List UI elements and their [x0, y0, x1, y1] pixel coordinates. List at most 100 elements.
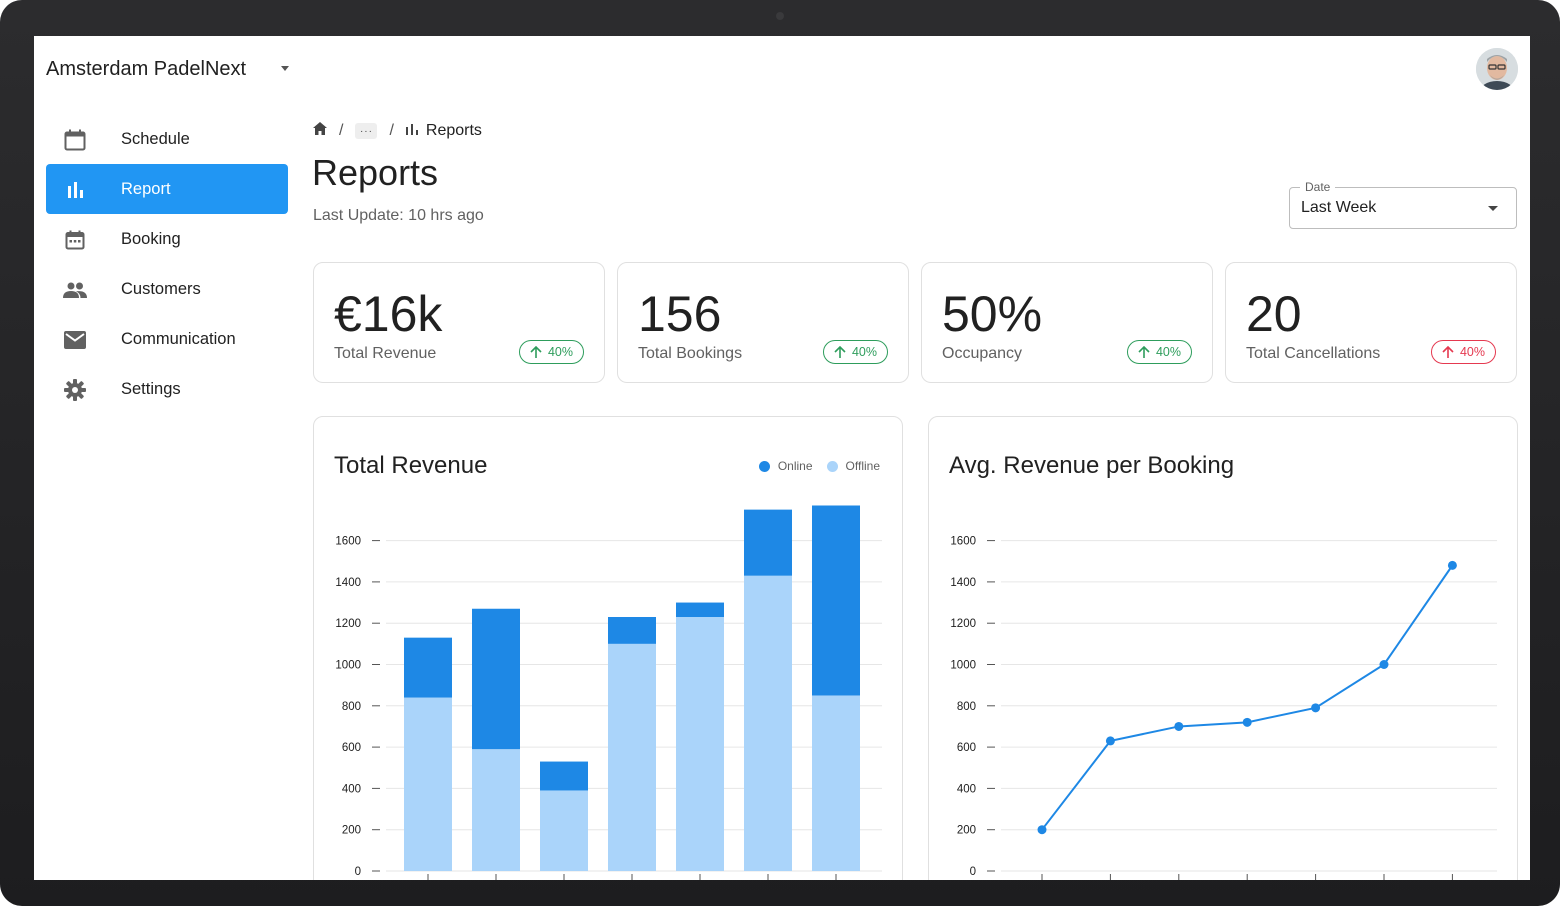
- sidebar-item-communication[interactable]: Communication: [46, 314, 288, 364]
- kpi-label: Occupancy: [942, 345, 1023, 362]
- kpi-value: €16k: [334, 286, 443, 342]
- series-line: [1041, 564, 1454, 831]
- y-tick-label: 1600: [950, 536, 976, 548]
- bar-chart-icon: [405, 122, 418, 140]
- sidebar-item-label: Report: [121, 179, 171, 198]
- y-tick-label: 200: [342, 825, 361, 837]
- kpi-change-badge: 40%: [823, 340, 888, 364]
- chevron-down-icon: [1488, 206, 1498, 211]
- club-name[interactable]: Amsterdam PadelNext: [46, 58, 246, 81]
- bar-offline: [608, 643, 656, 871]
- mail-icon: [63, 328, 87, 352]
- kpi-value: 20: [1246, 286, 1302, 342]
- kpi-change-badge: 40%: [1127, 340, 1192, 364]
- avg-revenue-line-chart: 0 200 400 600 800 1000 1200 1400 1600: [950, 536, 1497, 880]
- bar-online: [744, 509, 792, 576]
- y-tick-label: 400: [342, 783, 361, 795]
- kpi-label: Total Revenue: [334, 345, 437, 362]
- breadcrumb: / ··· / Reports: [313, 120, 482, 142]
- kpi-label: Total Bookings: [638, 345, 743, 362]
- arrow-up-icon: [1138, 345, 1150, 358]
- y-tick-label: 200: [957, 825, 976, 837]
- data-point: [1105, 736, 1115, 746]
- sidebar-item-settings[interactable]: Settings: [46, 364, 288, 414]
- breadcrumb-current: Reports: [425, 122, 482, 139]
- device-frame: Amsterdam PadelNext Schedule Report Book…: [0, 0, 1560, 906]
- y-tick-label: 1200: [950, 618, 976, 630]
- sidebar-item-customers[interactable]: Customers: [46, 264, 288, 314]
- total-revenue-chart-card: Total Revenue Online Offline 0 200 400 600 8…: [313, 416, 903, 880]
- y-tick-label: 800: [957, 701, 976, 713]
- y-tick-label: 1400: [335, 577, 361, 589]
- bar-chart-icon: [63, 178, 87, 202]
- home-icon[interactable]: [313, 122, 327, 140]
- bar-online: [608, 617, 656, 644]
- data-point: [1311, 703, 1321, 713]
- bar-online: [676, 602, 724, 618]
- data-point: [1242, 717, 1252, 727]
- people-icon: [63, 278, 87, 302]
- kpi-card-total-revenue: €16k Total Revenue 40%: [313, 262, 605, 383]
- sidebar-item-label: Settings: [121, 379, 181, 398]
- bar-online: [472, 608, 520, 750]
- bar-offline: [744, 575, 792, 871]
- kpi-card-total-cancellations: 20 Total Cancellations 40%: [1225, 262, 1517, 383]
- y-tick-label: 1400: [950, 577, 976, 589]
- y-tick-label: 800: [342, 701, 361, 713]
- kpi-card-occupancy: 50% Occupancy 40%: [921, 262, 1213, 383]
- camera-icon: [776, 12, 784, 20]
- event-icon: [63, 228, 87, 252]
- breadcrumb-separator: /: [339, 122, 344, 139]
- bar-offline: [540, 790, 588, 871]
- bar-offline: [812, 695, 860, 871]
- bar-offline: [404, 697, 452, 871]
- calendar-icon: [63, 128, 87, 152]
- last-update-text: Last Update: 10 hrs ago: [313, 207, 484, 224]
- bar-online: [404, 637, 452, 698]
- arrow-up-icon: [530, 345, 542, 358]
- sidebar-item-report[interactable]: Report: [46, 164, 288, 214]
- date-filter-select[interactable]: Date Last Week: [1289, 180, 1517, 229]
- avatar[interactable]: [1476, 48, 1518, 90]
- app-screen: Amsterdam PadelNext Schedule Report Book…: [34, 36, 1530, 880]
- breadcrumb-separator: /: [389, 122, 394, 139]
- sidebar-item-label: Booking: [121, 229, 181, 248]
- sidebar-item-label: Communication: [121, 329, 236, 348]
- sidebar-item-label: Customers: [121, 279, 201, 298]
- kpi-change-value: 40%: [1155, 345, 1182, 359]
- kpi-label: Total Cancellations: [1246, 345, 1381, 362]
- y-tick-label: 0: [355, 866, 361, 878]
- bar-online: [540, 761, 588, 791]
- data-point: [1447, 560, 1457, 570]
- revenue-bar-chart: 0 200 400 600 800 1000 1200 1400 1600: [335, 505, 882, 880]
- kpi-value: 50%: [942, 286, 1043, 342]
- club-dropdown-icon[interactable]: [281, 66, 289, 71]
- avatar-image: [1476, 48, 1518, 90]
- breadcrumb-more-button[interactable]: ···: [355, 123, 378, 139]
- kpi-change-badge: 40%: [519, 340, 584, 364]
- bar-online: [812, 505, 860, 696]
- kpi-card-total-bookings: 156 Total Bookings 40%: [617, 262, 909, 383]
- avg-revenue-chart-card: Avg. Revenue per Booking 0 200 400 600 800 10…: [928, 416, 1518, 880]
- date-filter-value: Last Week: [1301, 199, 1377, 216]
- arrow-up-icon: [834, 345, 846, 358]
- bar-offline: [676, 617, 724, 871]
- kpi-change-badge: 40%: [1431, 340, 1496, 364]
- kpi-change-value: 40%: [547, 345, 574, 359]
- sidebar-nav: Schedule Report Booking Customers Commun…: [46, 114, 288, 414]
- y-tick-label: 1200: [335, 618, 361, 630]
- sidebar-item-schedule[interactable]: Schedule: [46, 114, 288, 164]
- sidebar-item-booking[interactable]: Booking: [46, 214, 288, 264]
- page-title: Reports: [312, 152, 439, 193]
- data-point: [1037, 825, 1047, 835]
- y-tick-label: 1000: [335, 660, 361, 672]
- y-tick-label: 1600: [335, 536, 361, 548]
- y-tick-label: 1000: [950, 660, 976, 672]
- y-tick-label: 400: [957, 783, 976, 795]
- arrow-up-icon: [1442, 345, 1454, 358]
- y-tick-label: 0: [970, 866, 976, 878]
- y-tick-label: 600: [957, 742, 976, 754]
- gear-icon: [63, 378, 87, 402]
- data-point: [1174, 721, 1184, 731]
- sidebar-item-label: Schedule: [121, 129, 190, 148]
